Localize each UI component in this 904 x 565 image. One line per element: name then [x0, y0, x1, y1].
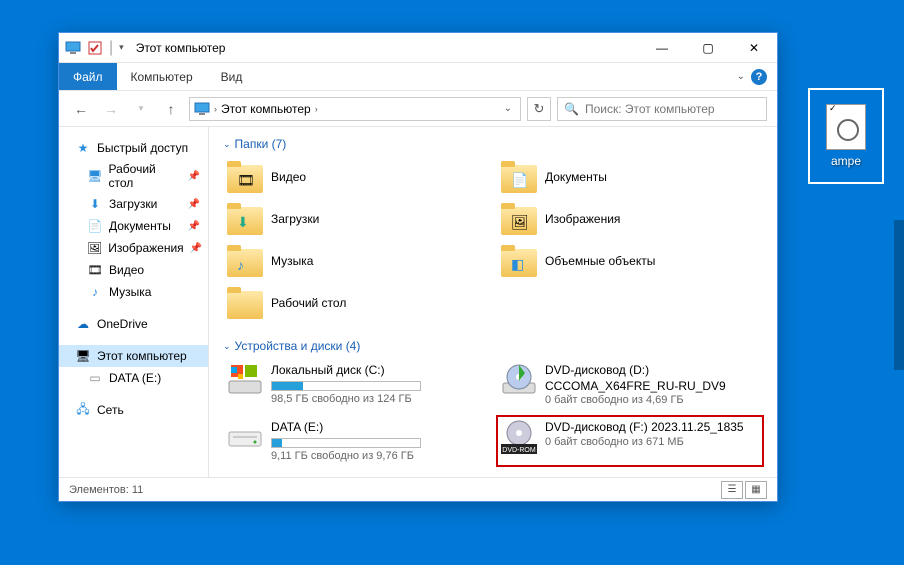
desktop-icon-label: ampe — [831, 154, 861, 168]
navigation-pane: ★Быстрый доступ 🖥Рабочий стол📌 ⬇Загрузки… — [59, 127, 209, 477]
music-icon: ♪ — [87, 284, 103, 300]
drive-f-dvd[interactable]: DVD-ROM DVD-дисковод (F:) 2023.11.25_183… — [497, 416, 763, 466]
dvd-rom-icon: DVD-ROM — [501, 420, 537, 454]
maximize-button[interactable]: ▢ — [685, 33, 731, 62]
file-tab[interactable]: Файл — [59, 63, 117, 90]
sidebar-item-documents[interactable]: 📄Документы📌 — [59, 215, 208, 237]
folder-icon — [227, 287, 263, 319]
star-icon: ★ — [75, 140, 91, 156]
document-icon: 📄 — [87, 218, 103, 234]
drive-icon: ▭ — [87, 370, 103, 386]
pc-icon — [194, 101, 210, 117]
folder-pictures[interactable]: 🖼Изображения — [497, 199, 763, 239]
up-button[interactable]: ↑ — [159, 97, 183, 121]
content-pane: ⌄Папки (7) 🎞Видео 📄Документы ⬇Загрузки 🖼… — [209, 127, 777, 477]
pc-icon — [65, 40, 81, 56]
folder-icon: ⬇ — [227, 203, 263, 235]
explorer-window: | ▾ Этот компьютер — ▢ ✕ Файл Компьютер … — [58, 32, 778, 502]
cloud-icon: ☁ — [75, 316, 91, 332]
close-button[interactable]: ✕ — [731, 33, 777, 62]
sidebar-item-desktop[interactable]: 🖥Рабочий стол📌 — [59, 159, 208, 193]
pin-icon: 📌 — [190, 243, 202, 254]
search-placeholder: Поиск: Этот компьютер — [585, 102, 715, 116]
status-bar: Элементов: 11 ☰ ▦ — [59, 477, 777, 501]
drive-d-dvd[interactable]: DVD-дисковод (D:) CCCOMA_X64FRE_RU-RU_DV… — [497, 359, 763, 410]
minimize-button[interactable]: — — [639, 33, 685, 62]
picture-icon: 🖼 — [87, 240, 102, 256]
address-bar[interactable]: › Этот компьютер › ⌄ — [189, 97, 521, 121]
navigation-bar: ← → ▾ ↑ › Этот компьютер › ⌄ ↻ 🔍 Поиск: … — [59, 91, 777, 127]
folder-documents[interactable]: 📄Документы — [497, 157, 763, 197]
section-drives[interactable]: ⌄Устройства и диски (4) — [223, 339, 763, 353]
video-icon: 🎞 — [87, 262, 103, 278]
properties-icon[interactable] — [87, 40, 103, 56]
back-button[interactable]: ← — [69, 97, 93, 121]
search-input[interactable]: 🔍 Поиск: Этот компьютер — [557, 97, 767, 121]
pc-icon: 🖥 — [75, 348, 91, 364]
sidebar-item-videos[interactable]: 🎞Видео — [59, 259, 208, 281]
download-icon: ⬇ — [87, 196, 103, 212]
sidebar-item-music[interactable]: ♪Музыка — [59, 281, 208, 303]
sidebar-onedrive[interactable]: ☁OneDrive — [59, 313, 208, 335]
chevron-right-icon[interactable]: › — [214, 104, 217, 114]
recent-dropdown-icon[interactable]: ▾ — [129, 97, 153, 121]
forward-button[interactable]: → — [99, 97, 123, 121]
ribbon-expand-icon[interactable]: ⌄ — [737, 71, 745, 82]
folder-videos[interactable]: 🎞Видео — [223, 157, 489, 197]
qat-separator: | — [109, 39, 113, 57]
sidebar-network[interactable]: 🖧Сеть — [59, 399, 208, 421]
refresh-button[interactable]: ↻ — [527, 97, 551, 121]
folder-icon: ♪ — [227, 245, 263, 277]
folder-icon: 🎞 — [227, 161, 263, 193]
svg-text:DVD-ROM: DVD-ROM — [502, 447, 536, 454]
pin-icon: 📌 — [188, 221, 200, 232]
ribbon-tabs: Файл Компьютер Вид ⌄ ? — [59, 63, 777, 91]
section-folders[interactable]: ⌄Папки (7) — [223, 137, 763, 151]
drive-c[interactable]: Локальный диск (C:)98,5 ГБ свободно из 1… — [223, 359, 489, 410]
window-title: Этот компьютер — [130, 41, 226, 55]
help-icon[interactable]: ? — [751, 69, 767, 85]
folder-icon: ◧ — [501, 245, 537, 277]
folder-downloads[interactable]: ⬇Загрузки — [223, 199, 489, 239]
folder-icon: 🖼 — [501, 203, 537, 235]
qat-dropdown-icon[interactable]: ▾ — [119, 42, 124, 53]
folder-icon: 📄 — [501, 161, 537, 193]
pin-icon: 📌 — [188, 199, 200, 210]
title-bar: | ▾ Этот компьютер — ▢ ✕ — [59, 33, 777, 63]
drive-capacity-bar — [271, 438, 421, 448]
hdd-icon — [227, 420, 263, 454]
drive-capacity-bar — [271, 381, 421, 391]
chevron-down-icon: ⌄ — [223, 341, 231, 352]
folder-3d-objects[interactable]: ◧Объемные объекты — [497, 241, 763, 281]
icons-view-button[interactable]: ▦ — [745, 481, 767, 499]
pin-icon: 📌 — [188, 171, 200, 182]
dvd-icon — [501, 363, 537, 397]
windows-drive-icon — [227, 363, 263, 397]
sidebar-item-downloads[interactable]: ⬇Загрузки📌 — [59, 193, 208, 215]
tab-view[interactable]: Вид — [207, 64, 257, 90]
sidebar-this-pc[interactable]: 🖥Этот компьютер — [59, 345, 208, 367]
sidebar-item-data-e[interactable]: ▭DATA (E:) — [59, 367, 208, 389]
address-dropdown-icon[interactable]: ⌄ — [504, 103, 516, 114]
item-count: Элементов: 11 — [69, 484, 143, 496]
folder-music[interactable]: ♪Музыка — [223, 241, 489, 281]
network-icon: 🖧 — [75, 402, 91, 418]
details-view-button[interactable]: ☰ — [721, 481, 743, 499]
sidebar-quick-access[interactable]: ★Быстрый доступ — [59, 137, 208, 159]
folder-desktop[interactable]: Рабочий стол — [223, 283, 489, 323]
desktop-icon: 🖥 — [87, 168, 103, 184]
quick-access-toolbar: | ▾ — [59, 39, 130, 57]
chevron-right-icon[interactable]: › — [315, 104, 318, 114]
breadcrumb-segment[interactable]: Этот компьютер — [221, 102, 311, 116]
file-icon — [826, 104, 866, 150]
tab-computer[interactable]: Компьютер — [117, 64, 207, 90]
desktop-icon-ampe[interactable]: ampe — [808, 88, 884, 184]
chevron-down-icon: ⌄ — [223, 139, 231, 150]
drive-e-data[interactable]: DATA (E:)9,11 ГБ свободно из 9,76 ГБ — [223, 416, 489, 466]
search-icon: 🔍 — [564, 102, 579, 116]
sidebar-item-pictures[interactable]: 🖼Изображения📌 — [59, 237, 208, 259]
